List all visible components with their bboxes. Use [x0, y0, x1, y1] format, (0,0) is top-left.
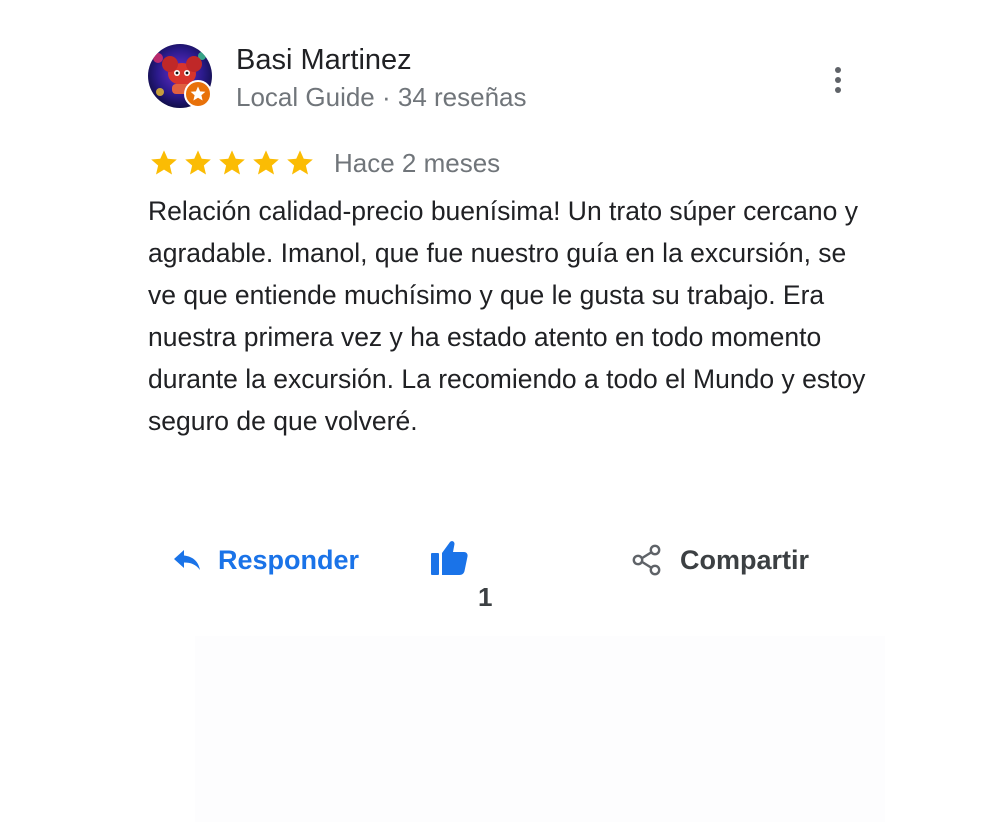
review-card: Basi Martinez Local Guide · 34 reseñas H…: [0, 0, 1000, 822]
star-icon: [253, 150, 279, 175]
star-icon: [287, 150, 313, 175]
thumbs-up-icon: [431, 541, 468, 575]
star-icon: [219, 150, 245, 175]
share-label: Compartir: [680, 544, 810, 575]
background-panel: [195, 636, 885, 822]
share-button[interactable]: Compartir: [630, 538, 809, 582]
local-guide-badge-icon: [184, 80, 212, 108]
star-icon: [151, 150, 177, 175]
reply-label: Responder: [218, 544, 360, 575]
review-time: Hace 2 meses: [334, 147, 501, 178]
review-text: Relación calidad-precio buenísima! Un tr…: [148, 196, 866, 436]
star-rating: [148, 147, 316, 179]
like-button[interactable]: [428, 538, 470, 578]
author-name[interactable]: Basi Martinez: [236, 44, 412, 77]
more-options-button[interactable]: [820, 60, 856, 100]
rating-row: Hace 2 meses: [148, 146, 500, 180]
reply-button[interactable]: Responder: [172, 538, 359, 582]
more-vert-icon: [835, 67, 841, 93]
star-icon: [185, 150, 211, 175]
author-meta: Local Guide · 34 reseñas: [236, 82, 527, 112]
reply-arrow-icon: [174, 550, 200, 570]
share-icon: [632, 544, 661, 576]
like-count: 1: [478, 582, 493, 612]
